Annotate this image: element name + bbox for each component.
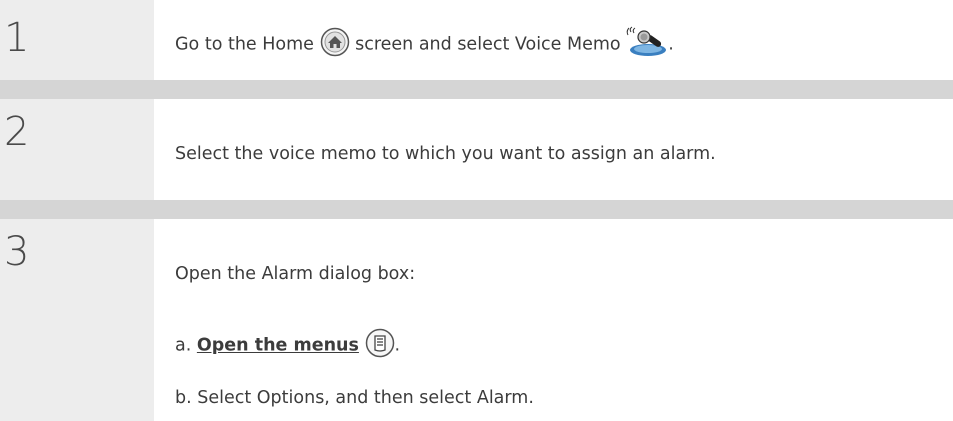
step-separator-1 (0, 80, 953, 99)
step-1-number: 1 (4, 15, 30, 61)
step-separator-2 (0, 200, 953, 219)
step-1-text-before: Go to the Home (175, 34, 314, 55)
step-3-number: 3 (4, 229, 30, 275)
step-1-text: Go to the Home screen and select Voice M… (175, 26, 674, 63)
step-3-sub-a-prefix: a. (175, 335, 192, 356)
step-2-text: Select the voice memo to which you want … (175, 144, 716, 164)
step-3-intro: Open the Alarm dialog box: (175, 264, 416, 284)
step-1-text-after: . (668, 34, 674, 55)
step-3-sub-b: b. Select Options, and then select Alarm… (175, 388, 534, 408)
step-3-sub-a: a. Open the menus . (175, 328, 400, 363)
voice-memo-microphone-icon (626, 26, 668, 63)
open-menus-link[interactable]: Open the menus (197, 336, 359, 356)
step-3-sub-a-suffix: . (394, 335, 401, 356)
menu-button-icon (365, 328, 395, 363)
step-2-number: 2 (4, 109, 30, 155)
home-button-icon (320, 27, 350, 62)
step-1-text-middle: screen and select Voice Memo (355, 34, 621, 55)
